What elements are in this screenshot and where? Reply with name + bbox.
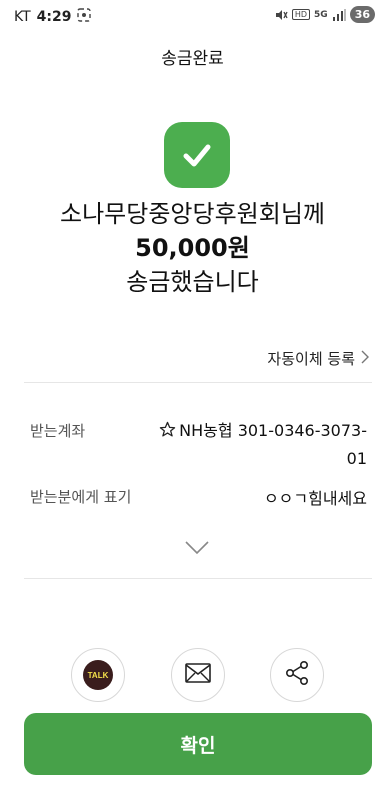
status-bar: KT 4:29 HD 5G 36 — [0, 0, 385, 32]
recipient-message: 소나무당중앙당후원회님께 — [60, 200, 325, 228]
recipient-note-label: 받는분에게 표기 — [30, 488, 132, 506]
divider — [24, 578, 372, 579]
battery-indicator: 36 — [349, 6, 375, 23]
share-icon — [284, 660, 310, 690]
success-check-icon — [164, 122, 230, 188]
account-label: 받는계좌 — [30, 422, 86, 440]
star-icon[interactable] — [159, 420, 176, 446]
recipient-note-value: ㅇㅇㄱ힘내세요 — [263, 489, 367, 508]
status-left: KT 4:29 — [14, 8, 92, 26]
share-button[interactable] — [270, 648, 324, 702]
auto-transfer-link[interactable]: 자동이체 등록 — [267, 348, 369, 369]
page-title: 송금완료 — [161, 49, 224, 69]
hd-badge: HD — [291, 9, 311, 20]
network-label: 5G — [314, 9, 328, 20]
carrier-label: KT — [14, 9, 31, 25]
divider — [24, 382, 372, 383]
transfer-amount: 50,000원 — [135, 234, 250, 262]
account-value: NH농협 301-0346-3073-01 — [179, 421, 367, 468]
auto-transfer-label: 자동이체 등록 — [267, 350, 355, 368]
confirm-button[interactable]: 확인 — [24, 713, 372, 775]
mute-icon — [274, 8, 288, 22]
signal-icon — [332, 8, 346, 21]
status-right: HD 5G 36 — [274, 6, 375, 23]
transfer-complete-text: 송금했습니다 — [126, 268, 259, 296]
clock: 4:29 — [36, 9, 72, 25]
chevron-right-icon — [361, 350, 369, 368]
account-value-row: NH농협 301-0346-3073-01 — [157, 418, 367, 472]
envelope-icon — [185, 663, 211, 687]
expand-chevron-down-icon[interactable] — [185, 540, 209, 559]
kakaotalk-share-button[interactable]: TALK — [71, 648, 125, 702]
kakaotalk-icon-label: TALK — [87, 670, 109, 680]
screenshot-icon — [77, 8, 92, 26]
kakaotalk-icon: TALK — [83, 660, 113, 690]
message-share-button[interactable] — [171, 648, 225, 702]
